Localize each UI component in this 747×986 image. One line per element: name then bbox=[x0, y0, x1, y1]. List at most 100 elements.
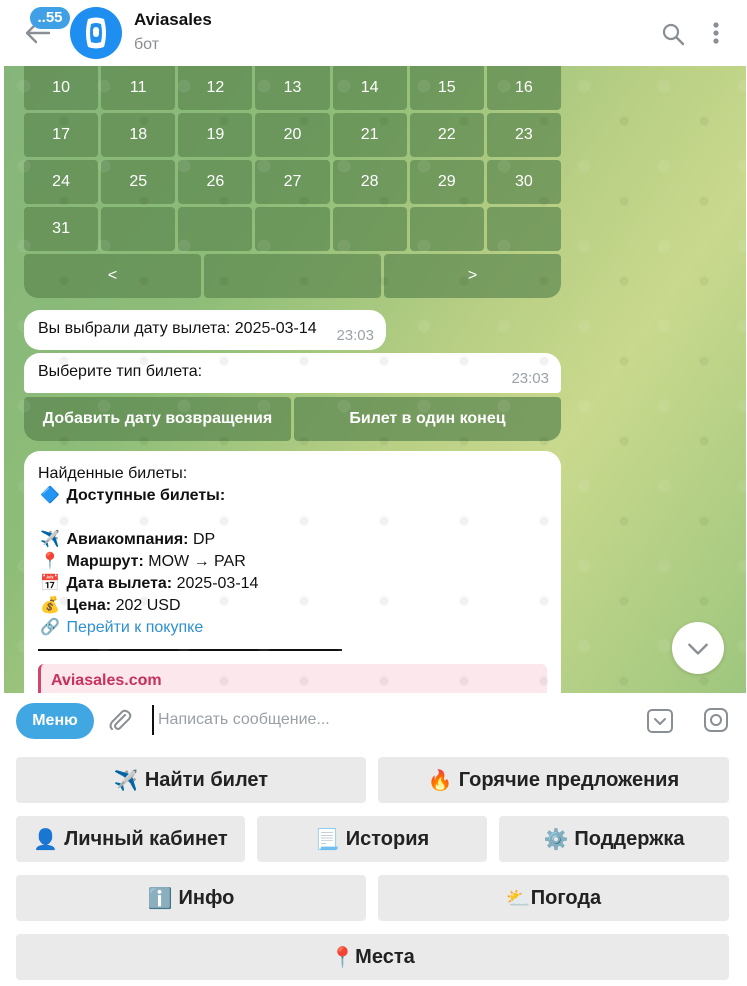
calendar-empty-button[interactable] bbox=[409, 207, 484, 251]
fire-icon: 🔥 bbox=[427, 769, 453, 792]
calendar-day-button[interactable]: 19 bbox=[178, 113, 253, 157]
calendar-day-button[interactable]: 31 bbox=[24, 207, 99, 251]
date-picker-keyboard: 10 11 12 13 14 15 16 17 18 19 20 21 22 2… bbox=[24, 66, 561, 301]
route-value: MOW → PAR bbox=[148, 553, 246, 570]
ticket-type-keyboard: Добавить дату возвращения Билет в один к… bbox=[24, 397, 561, 441]
link-preview-site: Aviasales.com bbox=[51, 672, 162, 689]
message-time: 23:03 bbox=[511, 370, 549, 387]
calendar-day-button[interactable]: 27 bbox=[255, 160, 330, 204]
places-button[interactable]: 📍 Места bbox=[16, 934, 729, 980]
calendar-day-button[interactable]: 29 bbox=[409, 160, 484, 204]
chat-title[interactable]: Aviasales bbox=[134, 10, 212, 30]
departure-date-value: 2025-03-14 bbox=[176, 575, 259, 592]
airline-value: DP bbox=[192, 531, 216, 548]
gear-icon: ⚙️ bbox=[543, 828, 569, 851]
calendar-day-button[interactable]: 12 bbox=[178, 66, 253, 110]
one-way-ticket-button[interactable]: Билет в один конец bbox=[294, 397, 561, 441]
camera-icon[interactable] bbox=[703, 707, 729, 733]
divider bbox=[38, 649, 342, 651]
weather-button[interactable]: ⛅ Погода bbox=[378, 875, 729, 921]
chat-area[interactable]: 10 11 12 13 14 15 16 17 18 19 20 21 22 2… bbox=[4, 66, 746, 693]
places-label: Места bbox=[355, 945, 415, 968]
price-value: 202 USD bbox=[115, 597, 181, 614]
find-ticket-button[interactable]: ✈️ Найти билет bbox=[16, 757, 366, 803]
calendar-week-row: 24 25 26 27 28 29 30 bbox=[24, 160, 561, 204]
paperclip-icon[interactable] bbox=[106, 707, 134, 735]
message-bubble: Вы выбрали дату вылета: 2025-03-14 23:03 bbox=[24, 310, 386, 350]
pin-icon: 📍 bbox=[40, 553, 60, 570]
calendar-day-button[interactable]: 28 bbox=[332, 160, 407, 204]
price-label: Цена: bbox=[66, 597, 112, 614]
user-icon: 👤 bbox=[33, 828, 59, 851]
reply-keyboard: ✈️ Найти билет 🔥 Горячие предложения 👤 Л… bbox=[0, 747, 747, 986]
message-input[interactable] bbox=[152, 705, 622, 735]
calendar-day-button[interactable]: 16 bbox=[486, 66, 561, 110]
diamond-icon: 🔷 bbox=[40, 487, 60, 504]
available-tickets-label: Доступные билеты: bbox=[66, 487, 226, 504]
unread-count-badge: ..55 bbox=[30, 7, 70, 29]
link-preview-card[interactable]: Aviasales.com bbox=[38, 664, 547, 693]
calendar-nav-row: < > bbox=[24, 254, 561, 298]
calendar-empty-button[interactable] bbox=[178, 207, 253, 251]
calendar-day-button[interactable]: 20 bbox=[255, 113, 330, 157]
calendar-day-button[interactable]: 24 bbox=[24, 160, 99, 204]
weather-icon: ⛅ bbox=[505, 887, 531, 910]
calendar-day-button[interactable]: 23 bbox=[486, 113, 561, 157]
calendar-empty-button[interactable] bbox=[332, 207, 407, 251]
info-label: Инфо bbox=[178, 886, 235, 909]
calendar-day-button[interactable]: 14 bbox=[332, 66, 407, 110]
message-text: Вы выбрали дату вылета: 2025-03-14 bbox=[38, 320, 317, 337]
calendar-day-button[interactable]: 13 bbox=[255, 66, 330, 110]
more-options-icon[interactable] bbox=[708, 20, 724, 46]
personal-account-button[interactable]: 👤 Личный кабинет bbox=[16, 816, 245, 862]
calendar-empty-button[interactable] bbox=[101, 207, 176, 251]
info-button[interactable]: ℹ️ Инфо bbox=[16, 875, 366, 921]
money-bag-icon: 💰 bbox=[40, 597, 60, 614]
info-icon: ℹ️ bbox=[147, 887, 173, 910]
scroll-icon: 📃 bbox=[314, 828, 340, 851]
bot-avatar[interactable] bbox=[70, 7, 122, 59]
message-text: Выберите тип билета: bbox=[38, 363, 203, 380]
calendar-day-button[interactable]: 10 bbox=[24, 66, 99, 110]
airplane-icon: ✈️ bbox=[40, 531, 60, 548]
route-label: Маршрут: bbox=[66, 553, 144, 570]
weather-label: Погода bbox=[530, 886, 602, 909]
calendar-empty-button[interactable] bbox=[255, 207, 330, 251]
personal-account-label: Личный кабинет bbox=[64, 827, 228, 850]
calendar-day-button[interactable]: 26 bbox=[178, 160, 253, 204]
next-month-button[interactable]: > bbox=[384, 254, 561, 298]
chevron-down-icon bbox=[688, 643, 708, 655]
search-icon[interactable] bbox=[661, 22, 685, 46]
hot-deals-button[interactable]: 🔥 Горячие предложения bbox=[378, 757, 729, 803]
scroll-down-button[interactable] bbox=[672, 622, 724, 674]
calendar-day-button[interactable]: 21 bbox=[332, 113, 407, 157]
calendar-day-button[interactable]: 11 bbox=[101, 66, 176, 110]
calendar-week-row: 31 bbox=[24, 207, 561, 251]
find-ticket-label: Найти билет bbox=[144, 768, 269, 791]
calendar-nav-middle-button[interactable] bbox=[204, 254, 381, 298]
support-label: Поддержка bbox=[574, 827, 685, 850]
pin-icon: 📍 bbox=[330, 946, 356, 969]
prev-month-button[interactable]: < bbox=[24, 254, 201, 298]
history-label: История bbox=[345, 827, 430, 850]
keyboard-toggle-icon[interactable] bbox=[646, 707, 674, 735]
departure-date-label: Дата вылета: bbox=[66, 575, 173, 592]
support-button[interactable]: ⚙️ Поддержка bbox=[499, 816, 729, 862]
calendar-day-button[interactable]: 15 bbox=[409, 66, 484, 110]
message-bubble: Выберите тип билета: 23:03 bbox=[24, 353, 561, 393]
link-icon: 🔗 bbox=[40, 619, 60, 636]
calendar-day-button[interactable]: 30 bbox=[486, 160, 561, 204]
purchase-link[interactable]: Перейти к покупке bbox=[66, 619, 203, 636]
add-return-date-button[interactable]: Добавить дату возвращения bbox=[24, 397, 291, 441]
menu-button[interactable]: Меню bbox=[16, 703, 94, 739]
calendar-week-row: 10 11 12 13 14 15 16 bbox=[24, 66, 561, 110]
calendar-day-button[interactable]: 17 bbox=[24, 113, 99, 157]
chat-subtitle: бот bbox=[134, 36, 160, 53]
calendar-icon: 📅 bbox=[40, 575, 60, 592]
calendar-empty-button[interactable] bbox=[486, 207, 561, 251]
calendar-day-button[interactable]: 22 bbox=[409, 113, 484, 157]
calendar-day-button[interactable]: 25 bbox=[101, 160, 176, 204]
history-button[interactable]: 📃 История bbox=[257, 816, 487, 862]
calendar-day-button[interactable]: 18 bbox=[101, 113, 176, 157]
chat-header: ..55 Aviasales бот bbox=[0, 0, 747, 66]
